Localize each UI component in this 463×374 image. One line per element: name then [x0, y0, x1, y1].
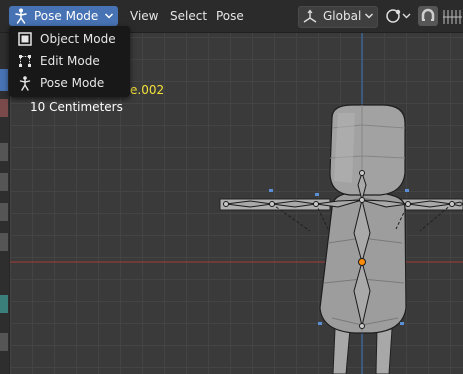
tool-rotate[interactable] — [0, 173, 8, 191]
menu-item-label: Object Mode — [40, 32, 116, 46]
active-object-name: e.002 — [130, 83, 165, 97]
transform-orientation-dropdown[interactable]: Global — [298, 6, 378, 28]
pose-mode-icon — [19, 76, 31, 91]
transform-orientation-label: Global — [323, 9, 362, 23]
mirror-xyz-icon — [443, 10, 462, 24]
left-leg — [332, 328, 351, 374]
menu-item-label: Pose Mode — [40, 76, 105, 90]
menu-item-edit-mode[interactable]: Edit Mode — [9, 50, 130, 72]
selected-joint — [358, 258, 366, 266]
tool-scale[interactable] — [0, 203, 8, 221]
tool-cursor[interactable] — [0, 99, 8, 117]
mode-selector-label: Pose Mode — [34, 9, 99, 23]
chevron-down-icon — [104, 13, 114, 19]
pivot-point-dropdown[interactable] — [384, 6, 412, 26]
tool-annotate[interactable] — [0, 295, 8, 313]
menu-view[interactable]: View — [130, 9, 158, 23]
menu-item-label: Edit Mode — [40, 54, 100, 68]
tool-move[interactable] — [0, 143, 8, 161]
menu-item-pose-mode[interactable]: Pose Mode — [9, 72, 130, 94]
snap-toggle[interactable] — [418, 6, 438, 26]
orientation-axes-icon — [303, 9, 317, 23]
grid-scale-readout: 10 Centimeters — [30, 100, 123, 114]
menu-pose[interactable]: Pose — [216, 9, 244, 23]
snap-magnet-icon — [421, 8, 435, 21]
pose-mode-icon — [15, 8, 27, 24]
menu-select[interactable]: Select — [170, 9, 207, 23]
mirror-toggle[interactable] — [442, 8, 463, 26]
mode-dropdown-menu: Object Mode Edit Mode Pose Mode — [9, 26, 130, 97]
chevron-down-icon — [364, 13, 374, 19]
menu-item-object-mode[interactable]: Object Mode — [9, 28, 130, 50]
tool-transform[interactable] — [0, 233, 8, 251]
object-mode-icon — [18, 32, 32, 46]
edit-mode-icon — [19, 55, 31, 67]
tool-measure[interactable] — [0, 333, 8, 351]
right-leg — [375, 328, 393, 374]
tool-select-box[interactable] — [0, 69, 8, 91]
mode-selector[interactable]: Pose Mode — [9, 6, 118, 26]
pivot-point-icon — [386, 9, 411, 23]
